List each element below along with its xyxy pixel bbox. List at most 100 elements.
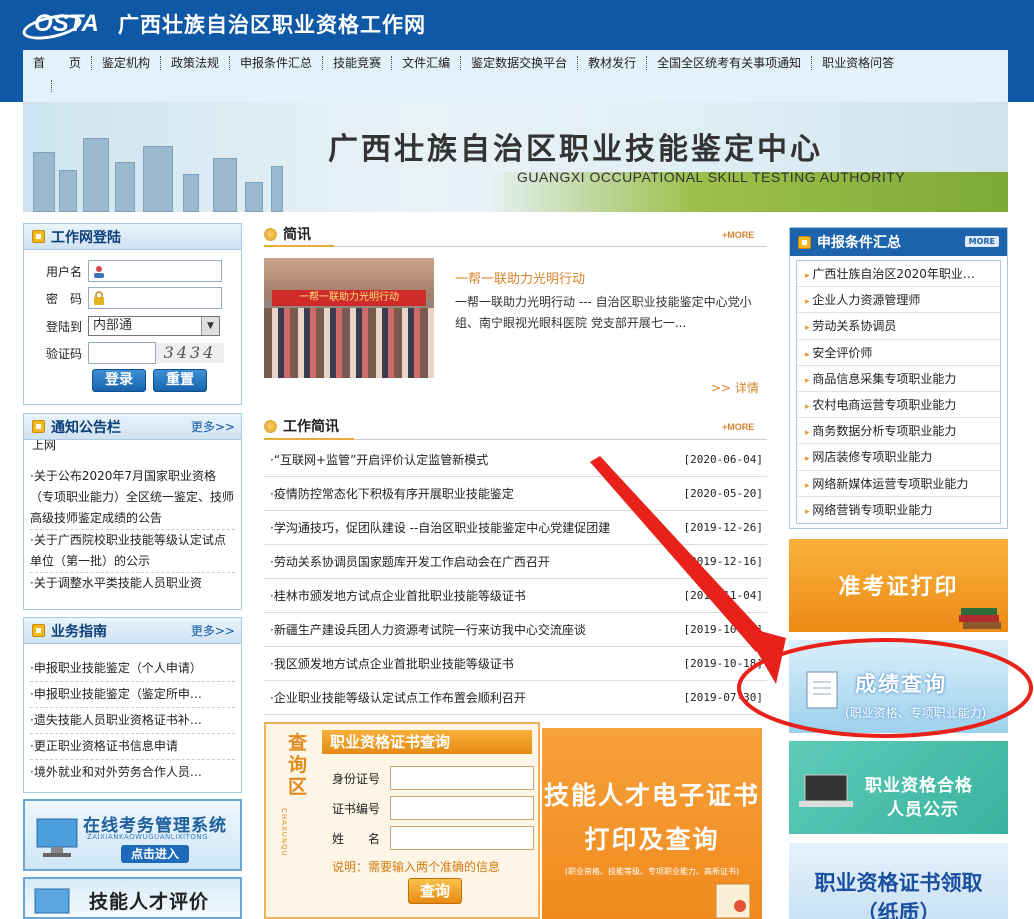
news-row[interactable]: ·企业职业技能等级认定试点工作布置会顺利召开 [2019-07-30] [264, 681, 767, 715]
chevron-down-icon[interactable]: ▼ [201, 317, 219, 335]
condition-item[interactable]: ▸ 农村电商运营专项职业能力 [797, 392, 1000, 419]
news-title[interactable]: ·疫情防控常态化下积极有序开展职业技能鉴定 [264, 485, 677, 502]
guide-item[interactable]: ·境外就业和对外劳务合作人员… [30, 760, 235, 785]
work-news-more-link[interactable]: +MORE [722, 422, 754, 432]
captcha-row: 验证码 3434 [24, 342, 224, 364]
paper-cert-line1: 职业资格证书领取 [814, 871, 983, 895]
news-title[interactable]: ·新疆生产建设兵团人力资源考试院一行来访我中心交流座谈 [264, 621, 677, 638]
nav-item[interactable]: 鉴定机构 [92, 56, 162, 70]
cert-number-input[interactable] [390, 796, 534, 820]
query-button[interactable]: 查询 [408, 878, 462, 904]
condition-item[interactable]: ▸ 网店装修专项职业能力 [797, 444, 1000, 471]
notice-item[interactable]: ·关于调整水平类技能人员职业资 [30, 573, 235, 594]
enter-button[interactable]: 点击进入 [121, 845, 189, 863]
condition-item[interactable]: ▸ 劳动关系协调员 [797, 313, 1000, 340]
brief-details-link[interactable]: >> 详情 [711, 379, 759, 396]
guide-item[interactable]: ·遗失技能人员职业资格证书补… [30, 708, 235, 734]
notice-item[interactable]: ·关于广西院校职业技能等级认定试点单位（第一批）的公示 [30, 530, 235, 573]
admission-ticket-banner[interactable]: 准考证打印 [789, 539, 1008, 632]
condition-item[interactable]: ▸ 商品信息采集专项职业能力 [797, 366, 1000, 392]
condition-item[interactable]: ▸ 网络营销专项职业能力 [797, 497, 1000, 523]
news-row[interactable]: ·“互联网+监管”开启评价认定监管新模式 [2020-06-04] [264, 443, 767, 477]
guide-item[interactable]: ·更正职业资格证书信息申请 [30, 734, 235, 760]
condition-label: 网络新媒体运营专项职业能力 [812, 476, 969, 491]
e-cert-line1: 技能人才电子证书 [543, 781, 760, 810]
conditions-more-link[interactable]: MORE [964, 236, 999, 247]
e-cert-banner[interactable]: 技能人才电子证书 打印及查询 (职业资格、技能等级、专项职业能力、高新证书) [542, 728, 762, 919]
guide-item[interactable]: ·申报职业技能鉴定（鉴定所申… [30, 682, 235, 708]
news-row[interactable]: ·学沟通技巧，促团队建设 --自治区职业技能鉴定中心党建促团建 [2019-12-… [264, 511, 767, 545]
brief-headline[interactable]: 一帮一联助力光明行动 [455, 268, 585, 287]
captcha-input[interactable] [88, 342, 156, 364]
news-title[interactable]: ·“互联网+监管”开启评价认定监管新模式 [264, 451, 677, 468]
news-row[interactable]: ·新疆生产建设兵团人力资源考试院一行来访我中心交流座谈 [2019-10-25] [264, 613, 767, 647]
loginto-select[interactable]: 内部通 ▼ [88, 316, 220, 336]
nav-item[interactable]: 技能竞赛 [323, 56, 393, 70]
guide-more-link[interactable]: 更多>> [191, 622, 235, 639]
brief-more-link[interactable]: +MORE [722, 230, 754, 240]
online-exam-system-banner[interactable]: 在线考务管理系统 ZAIXIANKAOWUGUANLIXITONG 点击进入 [23, 799, 242, 871]
password-input[interactable] [88, 287, 222, 309]
work-news-title: 工作简讯 [283, 419, 339, 435]
section-underline [264, 245, 334, 247]
notice-more-link[interactable]: 更多>> [191, 418, 235, 435]
condition-item[interactable]: ▸ 网络新媒体运营专项职业能力 [797, 471, 1000, 497]
condition-item[interactable]: ▸ 商务数据分析专项职业能力 [797, 418, 1000, 445]
cert-query-title: 职业资格证书查询 [322, 730, 532, 754]
document-icon [806, 671, 838, 709]
score-query-sub: (职业资格、专项职业能力) [845, 706, 987, 720]
section-bullet-icon [264, 419, 277, 433]
nav-item[interactable]: 政策法规 [161, 56, 231, 70]
cert-number-label: 证书编号 [332, 802, 381, 816]
condition-item[interactable]: ▸ 企业人力资源管理师 [797, 287, 1000, 314]
news-row[interactable]: ·劳动关系协调员国家题库开发工作启动会在广西召开 [2019-12-16] [264, 545, 767, 579]
banner-title: 广西壮族自治区职业技能鉴定中心 [328, 132, 823, 167]
news-row[interactable]: ·我区颁发地方试点企业首批职业技能等级证书 [2019-10-18] [264, 647, 767, 681]
score-query-title: 成绩查询 [855, 672, 947, 696]
login-button[interactable]: 登录 [92, 369, 146, 392]
news-row[interactable]: ·疫情防控常态化下积极有序开展职业技能鉴定 [2020-05-20] [264, 477, 767, 511]
guide-item[interactable]: ·申报职业技能鉴定（个人申请） [30, 656, 235, 682]
paper-cert-banner[interactable]: 职业资格证书领取 （纸质） [789, 843, 1008, 919]
reset-button[interactable]: 重置 [153, 369, 207, 392]
brief-photo[interactable]: 一帮一联助力光明行动 [264, 258, 434, 378]
certificate-icon [715, 883, 751, 919]
site-logo[interactable]: OSTA 广西壮族自治区职业资格工作网 [20, 8, 426, 44]
username-input[interactable] [88, 260, 222, 282]
news-row[interactable]: ·桂林市颁发地方试点企业首批职业技能等级证书 [2019-11-04] [264, 579, 767, 613]
nav-item[interactable]: 申报条件汇总 [230, 56, 324, 70]
talent-evaluation-banner[interactable]: 技能人才评价 [23, 877, 242, 919]
nav-item[interactable]: 首 页 [23, 56, 93, 70]
id-input[interactable] [390, 766, 534, 790]
condition-item[interactable]: ▸ 广西壮族自治区2020年职业… [797, 261, 1000, 288]
condition-label: 农村电商运营专项职业能力 [812, 397, 957, 412]
captcha-image[interactable]: 3434 [156, 343, 224, 363]
nav-item[interactable]: 文件汇编 [392, 56, 462, 70]
guide-panel: 业务指南 更多>> ·申报职业技能鉴定（个人申请） ·申报职业技能鉴定（鉴定所申… [23, 617, 242, 793]
notice-list: ·关于公布2020年7月国家职业资格（专项职业能力）全区统一鉴定、技师高级技师鉴… [30, 466, 235, 594]
panel-bullet-icon [798, 235, 811, 249]
nav-item[interactable]: 职业资格问答 [812, 56, 904, 70]
news-title[interactable]: ·劳动关系协调员国家题库开发工作启动会在广西召开 [264, 553, 677, 570]
news-date: [2019-10-18] [683, 657, 763, 670]
query-area: 查询区 CHAXUNQU 职业资格证书查询 身份证号 证书编号 姓 名 说明：需… [264, 722, 540, 919]
exam-system-pinyin: ZAIXIANKAOWUGUANLIXITONG [87, 833, 209, 841]
news-title[interactable]: ·桂林市颁发地方试点企业首批职业技能等级证书 [264, 587, 677, 604]
nav-item[interactable]: 鉴定数据交换平台 [461, 56, 579, 70]
nav-item[interactable]: 教材发行 [578, 56, 648, 70]
news-title[interactable]: ·企业职业技能等级认定试点工作布置会顺利召开 [264, 689, 677, 706]
nav-item[interactable]: 全国全区统考有关事项通知 [647, 56, 813, 70]
notice-item[interactable]: ·关于公布2020年7月国家职业资格（专项职业能力）全区统一鉴定、技师高级技师鉴… [30, 466, 235, 530]
captcha-label: 验证码 [45, 346, 82, 361]
news-title[interactable]: ·我区颁发地方试点企业首批职业技能等级证书 [264, 655, 677, 672]
condition-item[interactable]: ▸ 安全评价师 [797, 340, 1000, 366]
condition-label: 广西壮族自治区2020年职业… [812, 267, 975, 281]
monitor-icon [34, 888, 70, 914]
qualified-personnel-banner[interactable]: 职业资格合格 人员公示 [789, 741, 1008, 834]
score-query-banner[interactable]: 成绩查询 (职业资格、专项职业能力) [789, 640, 1008, 733]
name-input[interactable] [390, 826, 534, 850]
news-title[interactable]: ·学沟通技巧，促团队建设 --自治区职业技能鉴定中心党建促团建 [264, 519, 677, 536]
notice-panel-header: 通知公告栏 更多>> [24, 414, 241, 440]
section-divider [334, 246, 767, 247]
panel-bullet-icon [32, 420, 45, 433]
